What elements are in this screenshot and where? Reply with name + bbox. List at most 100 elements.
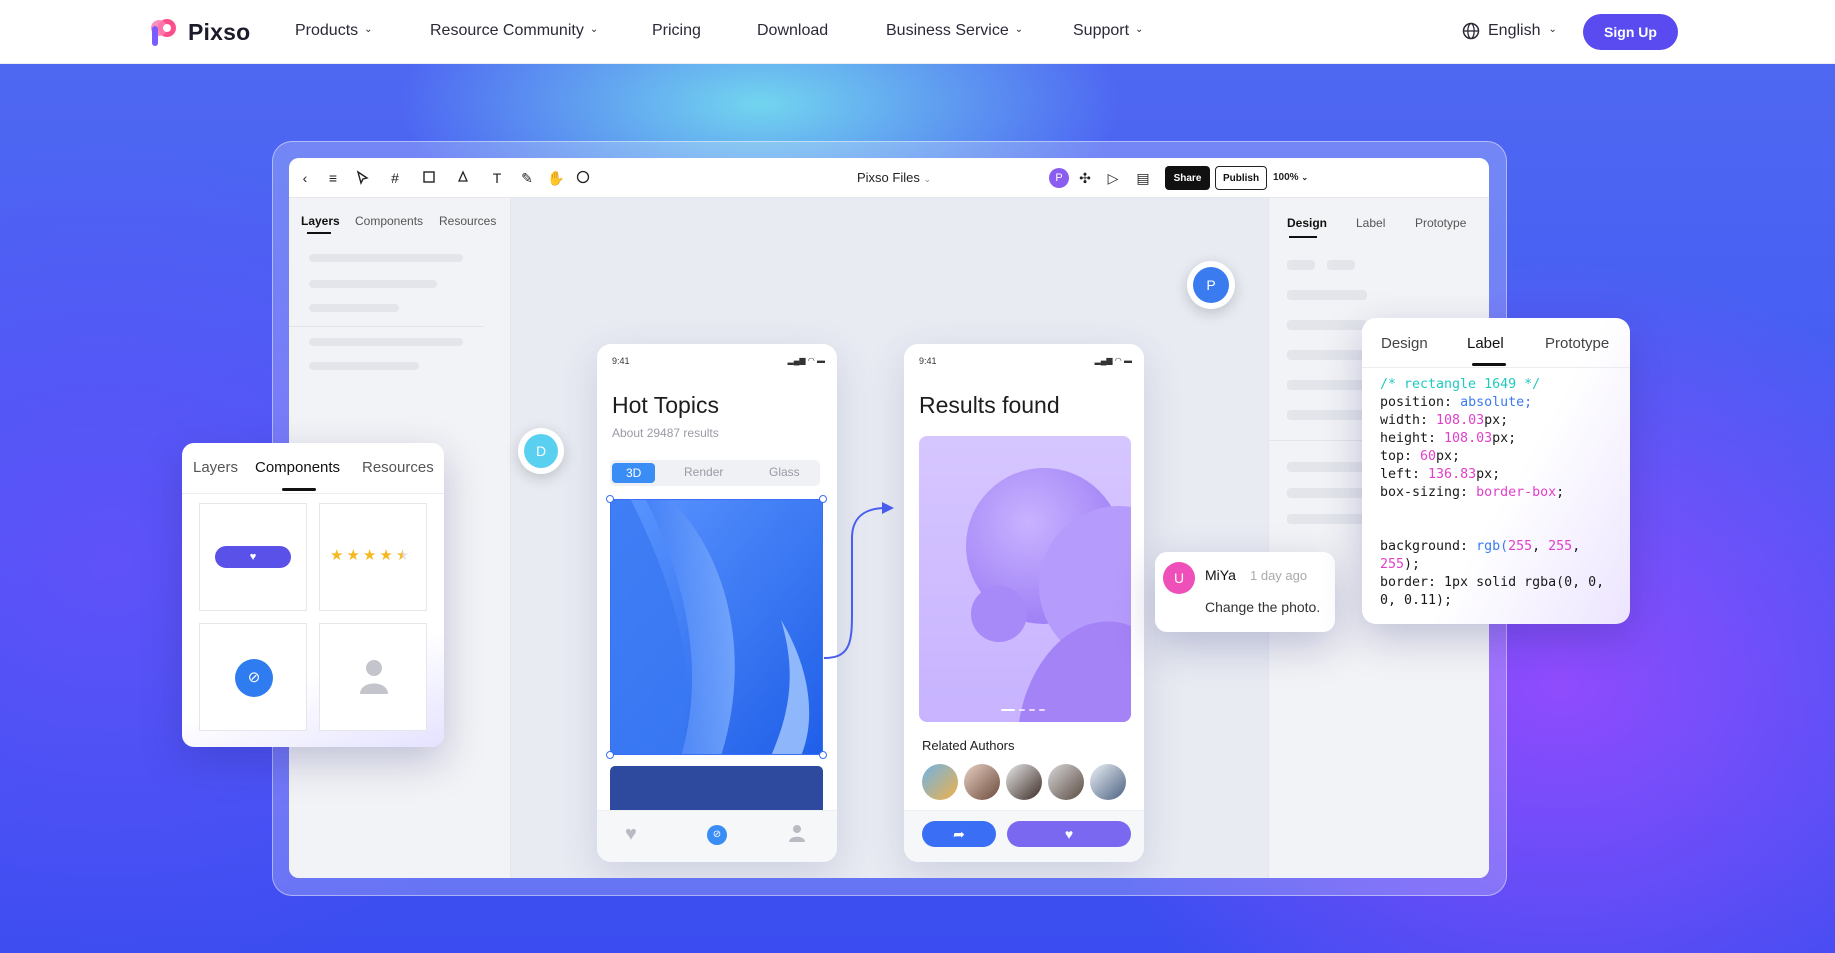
author-avatar[interactable] <box>1048 764 1084 800</box>
language-label: English <box>1488 22 1541 39</box>
rectangle-tool-icon[interactable] <box>421 170 437 186</box>
publish-button[interactable]: Publish <box>1215 166 1267 190</box>
divider <box>289 326 484 327</box>
hand-tool-icon[interactable]: ✋ <box>547 170 564 186</box>
code-tab-design[interactable]: Design <box>1381 335 1428 352</box>
status-icons: ▂▄▆ ◠ ▬ <box>1094 356 1132 365</box>
card-tab-components[interactable]: Components <box>255 459 340 476</box>
zoom-level[interactable]: 100% ⌄ <box>1273 172 1308 183</box>
heart-icon[interactable]: ♥ <box>625 823 637 846</box>
layout-icon[interactable]: ▤ <box>1135 170 1151 186</box>
zoom-value: 100% <box>1273 172 1299 183</box>
author-avatar[interactable] <box>1006 764 1042 800</box>
star-icon: ★ <box>362 547 377 564</box>
pixso-logo[interactable]: Pixso <box>146 16 250 48</box>
share-arrow-button[interactable]: ➦ <box>922 821 996 847</box>
css-code-block: /* rectangle 1649 */ position: absolute;… <box>1380 377 1605 608</box>
menu-icon[interactable]: ≡ <box>325 170 341 186</box>
selection-handle[interactable] <box>819 751 827 759</box>
skeleton-line <box>1287 350 1367 360</box>
nav-pricing-label: Pricing <box>652 22 701 39</box>
tab-design[interactable]: Design <box>1287 216 1327 230</box>
user-avatar[interactable]: P <box>1049 168 1069 188</box>
star-icon: ★ <box>330 547 344 564</box>
active-tab-indicator <box>1289 236 1317 238</box>
skeleton-line <box>309 280 437 288</box>
file-title[interactable]: Pixso Files ⌄ <box>857 170 931 185</box>
active-tab-indicator <box>282 488 316 491</box>
pen-tool-icon[interactable] <box>455 170 471 186</box>
component-tile[interactable]: ★ ★ ★ ★ ★ <box>319 503 427 611</box>
explore-icon: ⊘ <box>235 659 273 697</box>
comment-tool-icon[interactable] <box>575 170 591 186</box>
pencil-tool-icon[interactable]: ✎ <box>519 170 535 186</box>
selected-image[interactable] <box>610 499 823 755</box>
card-tab-resources[interactable]: Resources <box>362 459 434 476</box>
chevron-down-icon: ⌄ <box>923 174 932 184</box>
skeleton-line <box>1287 410 1367 420</box>
segment-glass[interactable]: Glass <box>769 465 800 479</box>
tab-layers[interactable]: Layers <box>301 214 340 228</box>
author-avatar[interactable] <box>1090 764 1126 800</box>
explore-icon[interactable]: ⊘ <box>707 825 727 845</box>
skeleton-line <box>1287 260 1315 270</box>
prototype-connection-arrow <box>824 502 894 659</box>
nav-products[interactable]: Products ⌄ <box>295 22 373 40</box>
code-width: 108.03 <box>1436 413 1485 428</box>
back-icon[interactable]: ‹ <box>297 170 313 186</box>
nav-pricing[interactable]: Pricing <box>652 22 701 40</box>
collaborator-avatar[interactable]: D <box>524 434 558 468</box>
tab-resources[interactable]: Resources <box>439 214 496 228</box>
code-box-sizing: border-box <box>1476 485 1557 500</box>
code-tab-label[interactable]: Label <box>1467 335 1504 352</box>
result-image[interactable] <box>919 436 1131 722</box>
nav-support[interactable]: Support ⌄ <box>1073 22 1143 40</box>
tab-prototype[interactable]: Prototype <box>1415 216 1466 230</box>
skeleton-line <box>309 304 399 312</box>
like-button[interactable]: ♥ <box>1007 821 1131 847</box>
divider <box>182 493 444 494</box>
nav-download-label: Download <box>757 22 829 39</box>
collaborator-cursor-d: D <box>518 428 564 474</box>
language-selector[interactable]: English ⌄ <box>1462 22 1557 40</box>
collaborator-avatar[interactable]: P <box>1193 267 1229 303</box>
author-avatar[interactable] <box>922 764 958 800</box>
star-icon: ★ <box>346 547 360 564</box>
component-tile[interactable]: ♥ <box>199 503 307 611</box>
nav-products-label: Products <box>295 22 359 39</box>
nav-resource-community[interactable]: Resource Community ⌄ <box>430 22 598 40</box>
share-button[interactable]: Share <box>1165 166 1210 190</box>
page-title: Results found <box>919 392 1060 418</box>
comment-card[interactable]: U MiYa 1 day ago Change the photo. <box>1155 552 1335 632</box>
text-tool-icon[interactable]: T <box>489 170 505 186</box>
pixso-logo-mark <box>146 16 180 48</box>
code-height: 108.03 <box>1444 431 1493 446</box>
play-icon[interactable]: ▷ <box>1105 170 1121 186</box>
tab-components[interactable]: Components <box>355 214 423 228</box>
user-icon[interactable] <box>789 823 805 848</box>
star-icon: ★ <box>395 547 410 564</box>
code-tab-prototype[interactable]: Prototype <box>1545 335 1609 352</box>
sign-up-button[interactable]: Sign Up <box>1583 14 1678 50</box>
selection-handle[interactable] <box>606 751 614 759</box>
move-tool-icon[interactable] <box>355 170 371 186</box>
skeleton-line <box>1327 260 1355 270</box>
nav-business-service[interactable]: Business Service ⌄ <box>886 22 1023 40</box>
plugin-icon[interactable]: ✣ <box>1077 170 1093 186</box>
card-tab-layers[interactable]: Layers <box>193 459 238 476</box>
top-navigation: Pixso Products ⌄ Resource Community ⌄ Pric… <box>0 0 1835 64</box>
segment-render[interactable]: Render <box>684 465 723 479</box>
selection-handle[interactable] <box>606 495 614 503</box>
frame-tool-icon[interactable]: # <box>387 170 403 186</box>
component-tile[interactable] <box>319 623 427 731</box>
component-tile[interactable]: ⊘ <box>199 623 307 731</box>
tab-label[interactable]: Label <box>1356 216 1385 230</box>
chevron-down-icon: ⌄ <box>1135 24 1144 35</box>
author-avatar[interactable] <box>964 764 1000 800</box>
segment-3d[interactable]: 3D <box>612 463 656 483</box>
skeleton-line <box>309 254 463 262</box>
chevron-down-icon: ⌄ <box>1014 24 1024 35</box>
nav-download[interactable]: Download <box>757 22 828 40</box>
nav-support-label: Support <box>1073 22 1130 39</box>
code-comment: /* rectangle 1649 */ <box>1380 377 1541 392</box>
